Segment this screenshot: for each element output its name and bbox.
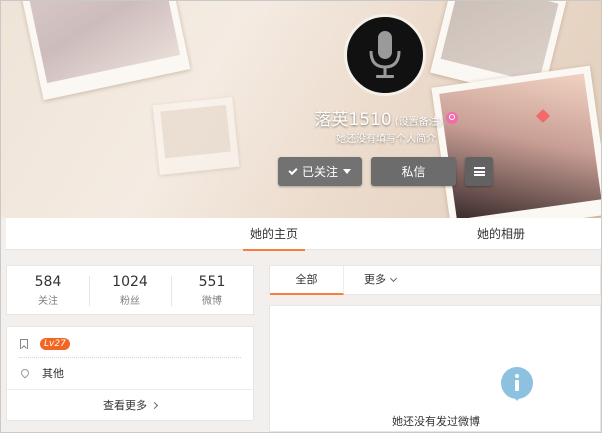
feed-empty-state: 她还没有发过微博 — [269, 305, 601, 432]
feed-tab-more[interactable]: 更多 — [364, 266, 398, 295]
follow-button[interactable]: 已关注 — [278, 157, 362, 186]
message-button[interactable]: 私信 — [371, 157, 456, 186]
feed-filter-bar: 全部 更多 — [269, 265, 601, 295]
bookmark-icon — [20, 339, 28, 349]
stat-label: 关注 — [38, 295, 58, 307]
feed-tab-more-label: 更多 — [364, 273, 386, 286]
caret-down-icon — [343, 169, 351, 174]
profile-name-row: 落英1510 (设置备注) — [1, 105, 601, 130]
tab-home[interactable]: 她的主页 — [243, 218, 305, 251]
chevron-right-icon — [150, 401, 159, 410]
stat-value: 1024 — [112, 273, 148, 290]
profile-name: 落英1510 — [314, 110, 392, 130]
avatar[interactable] — [344, 14, 426, 96]
check-icon — [288, 165, 298, 175]
divider — [7, 389, 253, 390]
follow-button-label: 已关注 — [301, 165, 338, 179]
profile-tabbar: 她的主页 她的相册 — [6, 218, 601, 251]
location-row: 其他 — [19, 365, 64, 381]
stats-panel: 584 关注 1024 粉丝 551 微博 — [6, 265, 254, 315]
profile-bio: 她还没有填写个人简介 — [336, 134, 436, 145]
view-more-link[interactable]: 查看更多 — [7, 397, 253, 413]
microphone-icon — [369, 31, 401, 78]
divider — [19, 357, 241, 358]
feed-tab-all[interactable]: 全部 — [270, 266, 344, 295]
location-pin-icon — [19, 367, 31, 379]
tab-album[interactable]: 她的相册 — [469, 218, 533, 250]
view-more-label: 查看更多 — [103, 399, 147, 412]
location-text: 其他 — [42, 367, 64, 380]
info-card: Lv27 其他 查看更多 — [6, 326, 254, 421]
stat-label: 粉丝 — [120, 295, 140, 307]
stat-label: 微博 — [202, 295, 222, 307]
empty-state-text: 她还没有发过微博 — [392, 415, 480, 428]
chevron-down-icon — [389, 274, 398, 283]
stat-value: 551 — [198, 273, 226, 290]
female-icon — [445, 112, 458, 124]
menu-icon — [473, 167, 485, 176]
message-button-label: 私信 — [401, 165, 426, 179]
level-badge[interactable]: Lv27 — [40, 338, 70, 350]
stat-posts[interactable]: 551 微博 — [171, 274, 253, 307]
info-icon — [501, 367, 533, 401]
stat-followers[interactable]: 1024 粉丝 — [89, 274, 171, 307]
cover-photo-decoration — [17, 1, 191, 101]
more-menu-button[interactable] — [465, 157, 493, 186]
profile-cover: 落英1510 (设置备注) 她还没有填写个人简介 已关注 私信 — [1, 1, 601, 218]
set-remark-link[interactable]: (设置备注) — [395, 117, 443, 128]
stat-value: 584 — [34, 273, 62, 290]
stat-following[interactable]: 584 关注 — [7, 274, 89, 307]
level-row: Lv27 — [20, 338, 70, 350]
